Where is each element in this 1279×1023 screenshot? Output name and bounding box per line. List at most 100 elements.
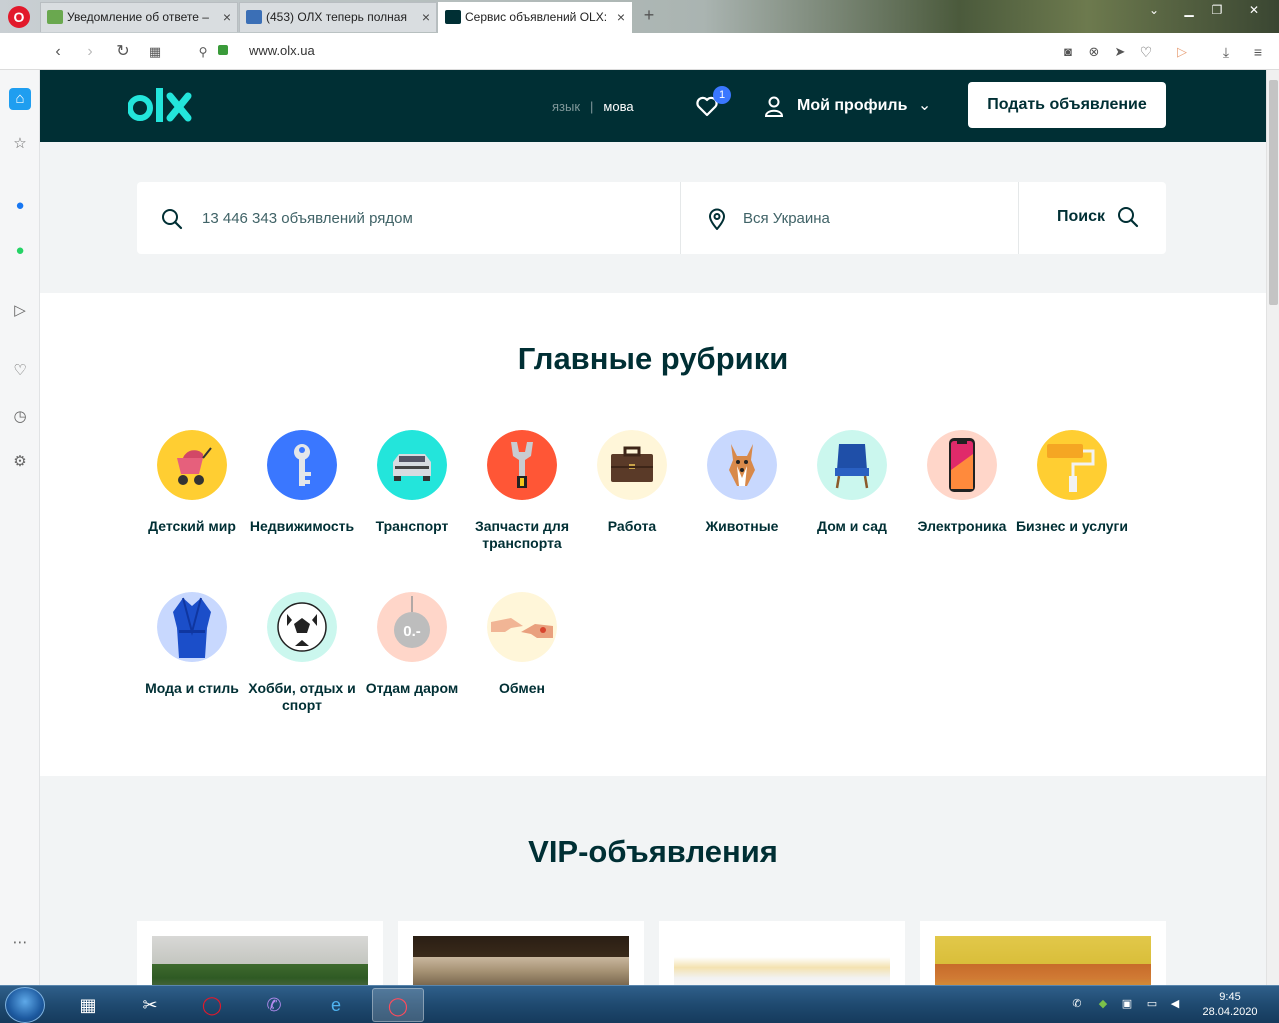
address-bar: ‹ › ↻ ▦ ⚲ www.olx.ua ◙ ⊗ ➤ ♡ ▷ ⤓ ≡ xyxy=(0,33,1279,70)
screen: O Уведомление об ответе – × (453) ОЛХ те… xyxy=(0,0,1279,1023)
close-window-icon[interactable]: ✕ xyxy=(1240,0,1268,20)
category-label: Хобби, отдых и спорт xyxy=(248,680,356,713)
olx-page: язык | мова 1 Мой профиль ⌄ Подать объявле… xyxy=(40,70,1266,985)
forum-icon xyxy=(246,10,262,24)
opera-active-window-icon[interactable]: ◯ xyxy=(372,988,424,1022)
ad-photo xyxy=(935,936,1151,985)
category-label: Электроника xyxy=(917,518,1007,534)
calculator-icon[interactable]: ▦ xyxy=(62,988,114,1022)
heart-sidebar-icon[interactable]: ♡ xyxy=(9,360,31,382)
star-icon[interactable]: ☆ xyxy=(9,133,31,155)
category-label: Работа xyxy=(607,518,657,534)
speed-dial-icon[interactable]: ▦ xyxy=(145,42,165,62)
tab-olx[interactable]: Сервис объявлений OLX: × xyxy=(438,2,632,33)
snapshot-icon[interactable]: ◙ xyxy=(1058,42,1078,62)
send-icon[interactable]: ➤ xyxy=(1110,42,1130,62)
favorites-count-badge: 1 xyxy=(713,86,731,104)
bookmark-heart-icon[interactable]: ♡ xyxy=(1136,42,1156,62)
browser-tab-strip: O Уведомление об ответе – × (453) ОЛХ те… xyxy=(0,0,1279,33)
volume-tray-icon[interactable]: ◀ xyxy=(1168,997,1182,1011)
url-field[interactable]: www.olx.ua xyxy=(249,43,315,58)
viber-tray-icon[interactable]: ✆ xyxy=(1070,997,1084,1011)
site-header: язык | мова 1 Мой профиль ⌄ Подать объявле… xyxy=(40,70,1266,142)
search-button-icon xyxy=(1118,207,1139,228)
nvidia-tray-icon[interactable]: ◆ xyxy=(1096,997,1110,1011)
lang-ru-link[interactable]: язык xyxy=(552,99,580,114)
more-icon[interactable]: ⋯ xyxy=(9,932,31,954)
tab-close-icon[interactable]: × xyxy=(223,9,231,25)
new-tab-icon[interactable]: + xyxy=(640,6,658,24)
vip-ad-card[interactable] xyxy=(659,921,905,985)
tab-title: Сервис объявлений OLX: xyxy=(465,10,608,24)
back-icon[interactable]: ‹ xyxy=(48,42,68,62)
category-label: Дом и сад xyxy=(817,518,887,534)
send-sidebar-icon[interactable]: ▷ xyxy=(9,300,31,322)
stroller-icon xyxy=(157,430,227,500)
tab-menu-icon[interactable]: ⌄ xyxy=(1140,0,1168,20)
maximize-icon[interactable]: ❐ xyxy=(1203,0,1231,20)
security-tray-icon[interactable]: ▣ xyxy=(1120,997,1134,1011)
ad-photo xyxy=(152,936,368,985)
robe-icon xyxy=(157,592,227,662)
messenger-icon[interactable]: ● xyxy=(9,195,31,217)
post-ad-button[interactable]: Подать объявление xyxy=(968,82,1166,128)
snipping-tool-icon[interactable]: ✂ xyxy=(124,988,176,1022)
page-scrollbar[interactable] xyxy=(1266,70,1279,985)
vip-ad-card[interactable] xyxy=(137,921,383,985)
whatsapp-icon[interactable]: ● xyxy=(9,240,31,262)
free-tag-icon: 0.- xyxy=(377,592,447,662)
windows-start-icon[interactable] xyxy=(5,987,45,1023)
internet-explorer-icon[interactable]: e xyxy=(310,988,362,1022)
minimize-icon[interactable]: ▁ xyxy=(1175,0,1203,20)
search-button[interactable]: Поиск xyxy=(1018,182,1166,254)
user-icon xyxy=(764,96,784,117)
paint-roller-icon xyxy=(1037,430,1107,500)
home-icon[interactable]: ⌂ xyxy=(9,88,31,110)
easy-setup-icon[interactable]: ≡ xyxy=(1248,42,1268,62)
mail-icon xyxy=(47,10,63,24)
section-title: VIP-объявления xyxy=(528,834,778,869)
viber-icon[interactable]: ✆ xyxy=(248,988,300,1022)
vip-ad-card[interactable] xyxy=(398,921,644,985)
key-icon xyxy=(267,430,337,500)
adblock-icon[interactable]: ⊗ xyxy=(1084,42,1104,62)
dog-icon xyxy=(707,430,777,500)
location-input[interactable]: Вся Украина xyxy=(680,182,1018,254)
briefcase-icon xyxy=(597,430,667,500)
opera-menu-icon[interactable]: O xyxy=(8,6,30,28)
search-button-label: Поиск xyxy=(1057,208,1106,225)
main-categories-section: Главные рубрики Детский мир Недвижимость… xyxy=(40,293,1266,776)
car-icon xyxy=(377,430,447,500)
profile-label: Мой профиль xyxy=(797,97,908,114)
category-label: Транспорт xyxy=(375,518,449,534)
tab-close-icon[interactable]: × xyxy=(422,9,430,25)
opera-taskbar-icon[interactable]: ◯ xyxy=(186,988,238,1022)
search-bar: 13 446 343 объявлений рядом Вся Украина … xyxy=(137,182,1166,254)
secure-lock-icon xyxy=(218,45,228,55)
lang-separator: | xyxy=(590,99,594,114)
language-switch: язык | мова xyxy=(552,99,634,114)
vpn-icon[interactable]: ▷ xyxy=(1172,42,1192,62)
tab-close-icon[interactable]: × xyxy=(617,9,625,25)
reload-icon[interactable]: ↻ xyxy=(113,42,133,62)
forward-icon[interactable]: › xyxy=(80,42,100,62)
ad-photo xyxy=(413,936,629,985)
olx-logo-icon[interactable] xyxy=(128,86,200,126)
downloads-icon[interactable]: ⤓ xyxy=(1216,42,1236,62)
category-label: Мода и стиль xyxy=(145,680,239,696)
tab-notification[interactable]: Уведомление об ответе – × xyxy=(40,2,238,32)
settings-gear-icon[interactable]: ⚙ xyxy=(9,451,31,473)
search-input[interactable]: 13 446 343 объявлений рядом xyxy=(137,182,680,254)
phone-icon xyxy=(927,430,997,500)
history-icon[interactable]: ◷ xyxy=(9,406,31,428)
scrollbar-thumb[interactable] xyxy=(1269,80,1278,305)
network-tray-icon[interactable]: ▭ xyxy=(1145,997,1159,1011)
my-profile-menu[interactable]: Мой профиль ⌄ xyxy=(762,94,931,118)
lang-ua-link[interactable]: мова xyxy=(603,99,633,114)
hands-exchange-icon xyxy=(487,592,557,662)
system-clock[interactable]: 9:45 28.04.2020 xyxy=(1195,990,1265,1020)
vip-ad-card[interactable] xyxy=(920,921,1166,985)
tab-forum[interactable]: (453) ОЛХ теперь полная × xyxy=(239,2,437,32)
svg-text:0.-: 0.- xyxy=(403,623,421,640)
site-info-icon[interactable]: ⚲ xyxy=(193,42,213,62)
